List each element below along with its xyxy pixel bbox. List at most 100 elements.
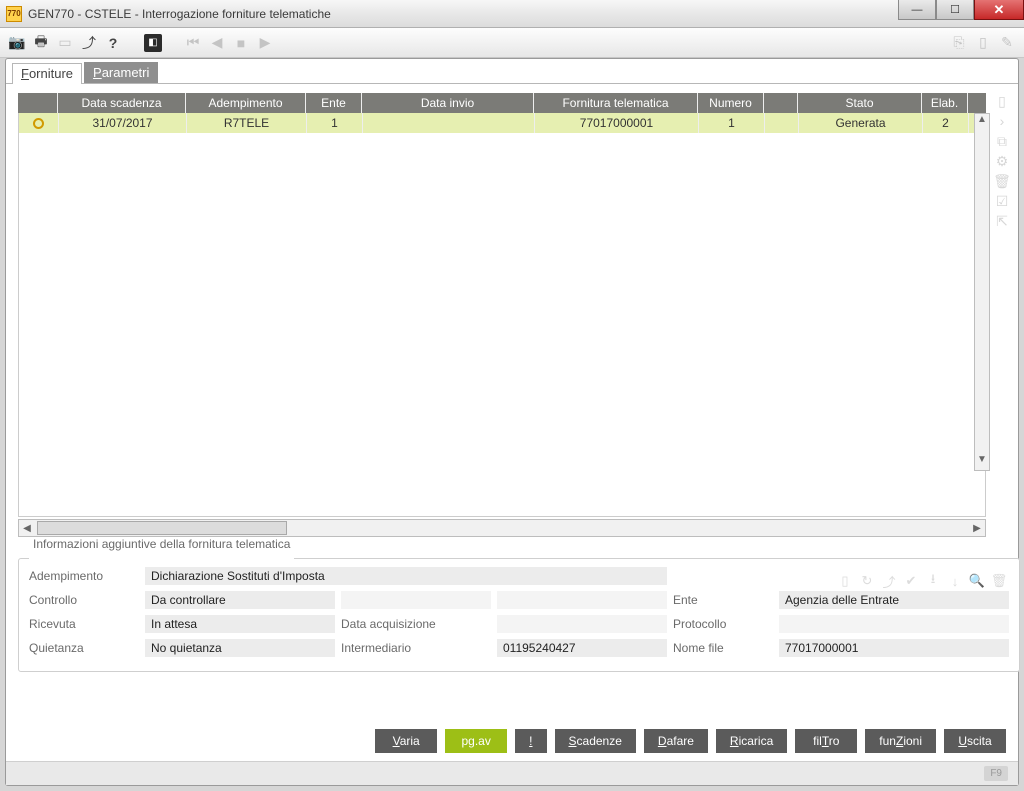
side-trash-icon: 🗑 [994, 173, 1010, 189]
val-controllo-extra1 [341, 591, 491, 609]
funzioni-button[interactable]: funZioni [865, 729, 936, 753]
titlebar: 770 GEN770 - CSTELE - Interrogazione for… [0, 0, 1024, 28]
lbl-data-acq: Data acquisizione [341, 615, 491, 633]
button-bar: Varia pg.av ! Scadenze Dafare Ricarica f… [18, 729, 1006, 753]
scroll-down-icon[interactable]: ▼ [975, 454, 989, 470]
details-panel: Informazioni aggiuntive della fornitura … [18, 551, 1020, 672]
folder-icon[interactable]: ▭ [56, 34, 74, 52]
pgav-button[interactable]: pg.av [445, 729, 507, 753]
side-copy-icon: ⧉ [994, 133, 1010, 149]
upload-icon[interactable]: ⤴ [80, 34, 98, 52]
close-button[interactable]: ✕ [974, 0, 1024, 20]
side-action-strip: ▯ › ⧉ ⚙ 🗑 ☑ ⇱ [992, 93, 1012, 229]
lbl-nome-file: Nome file [673, 639, 773, 657]
filtro-button[interactable]: filTro [795, 729, 857, 753]
edit-icon: ✎ [998, 34, 1016, 52]
details-down-icon: ⭳ [925, 573, 941, 589]
alert-button[interactable]: ! [515, 729, 546, 753]
maximize-button[interactable]: ☐ [936, 0, 974, 20]
row-indicator [19, 113, 59, 133]
val-adempimento: Dichiarazione Sostituti d'Imposta [145, 567, 667, 585]
side-gear-icon: ⚙ [994, 153, 1010, 169]
side-doc-icon: ▯ [994, 93, 1010, 109]
side-export-icon: ⇱ [994, 213, 1010, 229]
nav-stop-icon: ■ [232, 34, 250, 52]
lbl-ente: Ente [673, 591, 773, 609]
col-adempimento[interactable]: Adempimento [186, 93, 306, 113]
cell-data-invio [363, 113, 535, 133]
table-row[interactable]: 31/07/2017 R7TELE 1 77017000001 1 Genera… [19, 113, 985, 133]
cell-spacer [765, 113, 799, 133]
val-ente: Agenzia delle Entrate [779, 591, 1009, 609]
uscita-button[interactable]: Uscita [944, 729, 1006, 753]
val-nome-file: 77017000001 [779, 639, 1009, 657]
status-bar: F9 [6, 761, 1018, 785]
horizontal-scrollbar[interactable]: ◀ ▶ [18, 519, 986, 537]
grid: Data scadenza Adempimento Ente Data invi… [18, 93, 986, 537]
lbl-ricevuta: Ricevuta [29, 615, 139, 633]
scadenze-button[interactable]: Scadenze [555, 729, 636, 753]
camera-icon[interactable]: 📷 [8, 34, 26, 52]
cell-fornitura: 77017000001 [535, 113, 699, 133]
details-legend: Informazioni aggiuntive della fornitura … [29, 537, 294, 551]
col-ente[interactable]: Ente [306, 93, 362, 113]
scroll-thumb[interactable] [37, 521, 287, 535]
toolbar: 📷 🖶 ▭ ⤴ ? ◧ ⏮ ◀ ■ ▶ ⎘ ▯ ✎ [0, 28, 1024, 58]
val-intermediario: 01195240427 [497, 639, 667, 657]
details-refresh-icon: ↻ [859, 573, 875, 589]
fkey-hint: F9 [984, 766, 1008, 781]
side-next-icon: › [994, 113, 1010, 129]
minimize-button[interactable]: — [898, 0, 936, 20]
col-fornitura[interactable]: Fornitura telematica [534, 93, 698, 113]
col-data-scadenza[interactable]: Data scadenza [58, 93, 186, 113]
col-data-invio[interactable]: Data invio [362, 93, 534, 113]
val-ricevuta: In attesa [145, 615, 335, 633]
cell-numero: 1 [699, 113, 765, 133]
col-spacer [764, 93, 798, 113]
cell-adempimento: R7TELE [187, 113, 307, 133]
tab-strip: Forniture Parametri [6, 59, 1018, 84]
val-quietanza: No quietanza [145, 639, 335, 657]
tab-parametri[interactable]: Parametri [84, 62, 158, 83]
col-elab[interactable]: Elab. [922, 93, 968, 113]
scroll-left-icon[interactable]: ◀ [19, 523, 35, 534]
cell-data-scadenza: 31/07/2017 [59, 113, 187, 133]
val-controllo-extra2 [497, 591, 667, 609]
col-stato[interactable]: Stato [798, 93, 922, 113]
vertical-scrollbar[interactable]: ▲ ▼ [974, 113, 990, 471]
window-title: GEN770 - CSTELE - Interrogazione fornitu… [28, 7, 331, 21]
varia-button[interactable]: Varia [375, 729, 437, 753]
lbl-quietanza: Quietanza [29, 639, 139, 657]
print-icon[interactable]: 🖶 [32, 34, 50, 52]
grid-header: Data scadenza Adempimento Ente Data invi… [18, 93, 986, 113]
cell-elab: 2 [923, 113, 969, 133]
toggle-icon[interactable]: ◧ [144, 34, 162, 52]
export-icon: ⎘ [950, 34, 968, 52]
help-icon[interactable]: ? [104, 34, 122, 52]
cell-ente: 1 [307, 113, 363, 133]
grid-body[interactable]: 31/07/2017 R7TELE 1 77017000001 1 Genera… [18, 113, 986, 517]
ricarica-button[interactable]: Ricarica [716, 729, 787, 753]
main-frame: Forniture Parametri Data scadenza Adempi… [5, 58, 1019, 786]
details-search-icon: 🔍 [969, 573, 985, 589]
details-down2-icon: ↓ [947, 573, 963, 589]
dafare-button[interactable]: Dafare [644, 729, 708, 753]
nav-prev-icon: ◀ [208, 34, 226, 52]
scroll-up-icon[interactable]: ▲ [975, 114, 989, 130]
details-check-icon: ✔ [903, 573, 919, 589]
tab-forniture[interactable]: Forniture [12, 63, 82, 84]
details-trash-icon: 🗑 [991, 573, 1007, 589]
doc-icon: ▯ [974, 34, 992, 52]
scroll-right-icon[interactable]: ▶ [969, 523, 985, 534]
app-icon: 770 [6, 6, 22, 22]
nav-next-icon: ▶ [256, 34, 274, 52]
nav-first-icon: ⏮ [184, 34, 202, 52]
details-action-icons: ▯ ↻ ⤴ ✔ ⭳ ↓ 🔍 🗑 [837, 573, 1007, 589]
val-controllo: Da controllare [145, 591, 335, 609]
val-protocollo [779, 615, 1009, 633]
status-circle-icon [33, 118, 44, 129]
lbl-protocollo: Protocollo [673, 615, 773, 633]
tab-forniture-label: orniture [29, 66, 73, 81]
col-numero[interactable]: Numero [698, 93, 764, 113]
lbl-intermediario: Intermediario [341, 639, 491, 657]
